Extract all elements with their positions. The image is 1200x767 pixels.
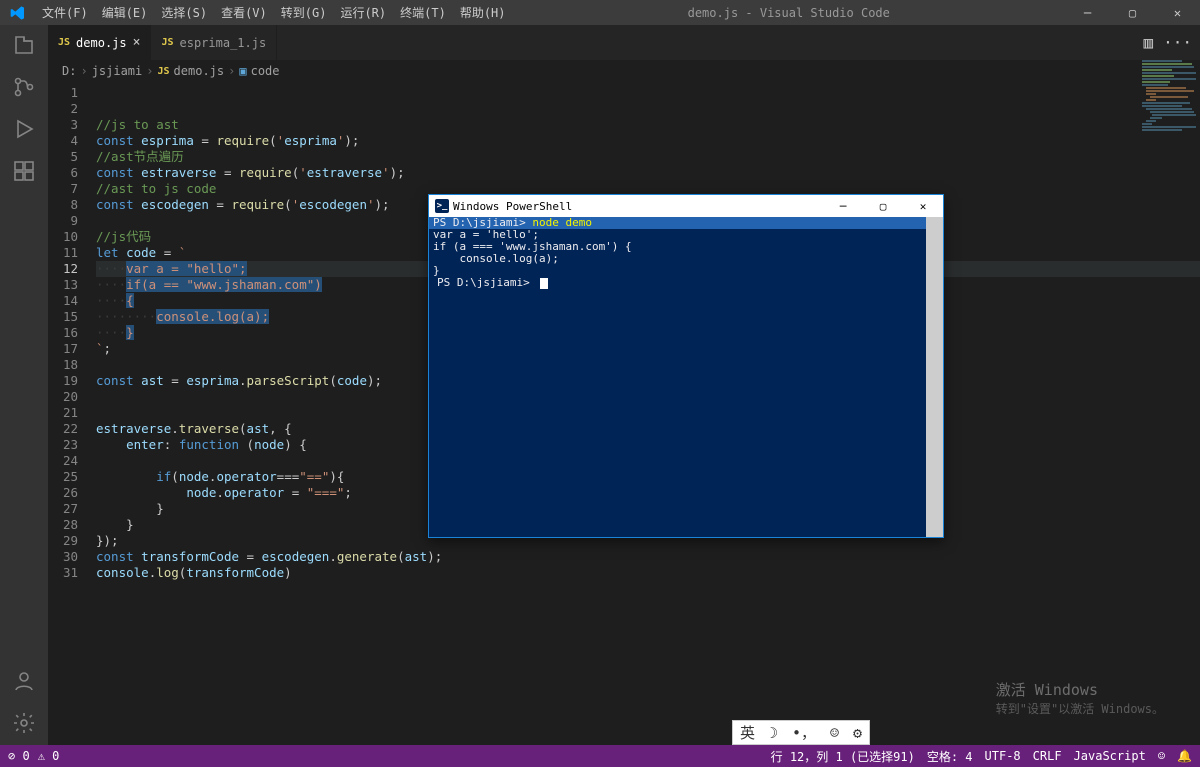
window-minimize-button[interactable]: ─ [1065, 0, 1110, 25]
window-maximize-button[interactable]: ▢ [1110, 0, 1155, 25]
chevron-right-icon: › [228, 64, 235, 78]
activity-bar [0, 25, 48, 745]
ime-gear-icon[interactable]: ⚙ [853, 724, 862, 742]
explorer-icon[interactable] [12, 33, 36, 57]
window-close-button[interactable]: ✕ [1155, 0, 1200, 25]
menu-help[interactable]: 帮助(H) [453, 4, 513, 21]
windows-activation-watermark: 激活 Windows 转到"设置"以激活 Windows。 [996, 681, 1164, 719]
ime-moon-icon[interactable]: ☽ [769, 724, 778, 742]
powershell-window[interactable]: >_ Windows PowerShell ─ ▢ ✕ PS D:\jsjiam… [428, 194, 944, 538]
status-errors[interactable]: ⊘ 0 [8, 749, 30, 763]
chevron-right-icon: › [80, 64, 87, 78]
tab-esprima-1-js[interactable]: JS esprima_1.js [151, 25, 277, 60]
breadcrumb-drive[interactable]: D: [62, 64, 76, 78]
minimap[interactable] [1138, 60, 1198, 180]
tab-demo-js[interactable]: JS demo.js × [48, 25, 151, 60]
tab-label: esprima_1.js [180, 36, 267, 50]
activation-line2: 转到"设置"以激活 Windows。 [996, 700, 1164, 719]
settings-gear-icon[interactable] [12, 711, 36, 735]
tab-label: demo.js [76, 36, 127, 50]
js-icon: JS [161, 37, 173, 48]
powershell-body[interactable]: PS D:\jsjiami> node demovar a = 'hello';… [429, 217, 943, 537]
breadcrumb-symbol[interactable]: code [251, 64, 280, 78]
activation-line1: 激活 Windows [996, 681, 1164, 700]
extensions-icon[interactable] [12, 159, 36, 183]
window-minimize-button[interactable]: ─ [823, 200, 863, 213]
source-control-icon[interactable] [12, 75, 36, 99]
chevron-right-icon: › [146, 64, 153, 78]
menu-go[interactable]: 转到(G) [274, 4, 334, 21]
account-icon[interactable] [12, 669, 36, 693]
more-actions-icon[interactable]: ··· [1163, 33, 1192, 52]
line-numbers: 1234567891011121314151617181920212223242… [48, 85, 96, 745]
breadcrumb[interactable]: D: › jsjiami › JS demo.js › ▣ code [48, 60, 1200, 82]
tab-close-icon[interactable]: × [133, 35, 141, 50]
menu-edit[interactable]: 编辑(E) [95, 4, 155, 21]
powershell-title: Windows PowerShell [453, 200, 572, 213]
scrollbar[interactable] [926, 217, 943, 537]
status-warnings[interactable]: ⚠ 0 [38, 749, 60, 763]
status-bell-icon[interactable]: 🔔 [1177, 749, 1192, 763]
breadcrumb-file[interactable]: demo.js [174, 64, 225, 78]
menu-terminal[interactable]: 终端(T) [393, 4, 453, 21]
scrollbar-thumb[interactable] [926, 217, 943, 537]
js-icon: JS [58, 37, 70, 48]
split-editor-icon[interactable]: ▥ [1143, 33, 1153, 52]
symbol-icon: ▣ [239, 64, 246, 78]
menu-view[interactable]: 查看(V) [214, 4, 274, 21]
menu-select[interactable]: 选择(S) [154, 4, 214, 21]
ime-lang[interactable]: 英 [740, 722, 755, 743]
status-encoding[interactable]: UTF-8 [985, 749, 1021, 763]
status-eol[interactable]: CRLF [1033, 749, 1062, 763]
window-title: demo.js - Visual Studio Code [513, 6, 1066, 20]
status-language[interactable]: JavaScript [1074, 749, 1146, 763]
ime-smiley-icon[interactable]: ☺ [830, 724, 839, 742]
tab-bar: JS demo.js × JS esprima_1.js ▥ ··· [48, 25, 1200, 60]
status-feedback-icon[interactable]: ☺ [1158, 749, 1165, 763]
powershell-titlebar[interactable]: >_ Windows PowerShell ─ ▢ ✕ [429, 195, 943, 217]
ime-dot-icon[interactable]: •， [792, 722, 816, 743]
vscode-icon [0, 5, 35, 21]
titlebar: 文件(F) 编辑(E) 选择(S) 查看(V) 转到(G) 运行(R) 终端(T… [0, 0, 1200, 25]
js-icon: JS [158, 66, 170, 77]
status-cursor[interactable]: 行 12，列 1 (已选择91) [771, 748, 915, 765]
window-close-button[interactable]: ✕ [903, 200, 943, 213]
run-debug-icon[interactable] [12, 117, 36, 141]
breadcrumb-folder[interactable]: jsjiami [92, 64, 143, 78]
menu-run[interactable]: 运行(R) [333, 4, 393, 21]
status-indent[interactable]: 空格: 4 [927, 748, 973, 765]
menu-file[interactable]: 文件(F) [35, 4, 95, 21]
status-bar: ⊘ 0 ⚠ 0 行 12，列 1 (已选择91) 空格: 4 UTF-8 CRL… [0, 745, 1200, 767]
ime-toolbar[interactable]: 英 ☽ •， ☺ ⚙ [732, 720, 870, 745]
powershell-icon: >_ [435, 199, 449, 213]
window-maximize-button[interactable]: ▢ [863, 200, 903, 213]
